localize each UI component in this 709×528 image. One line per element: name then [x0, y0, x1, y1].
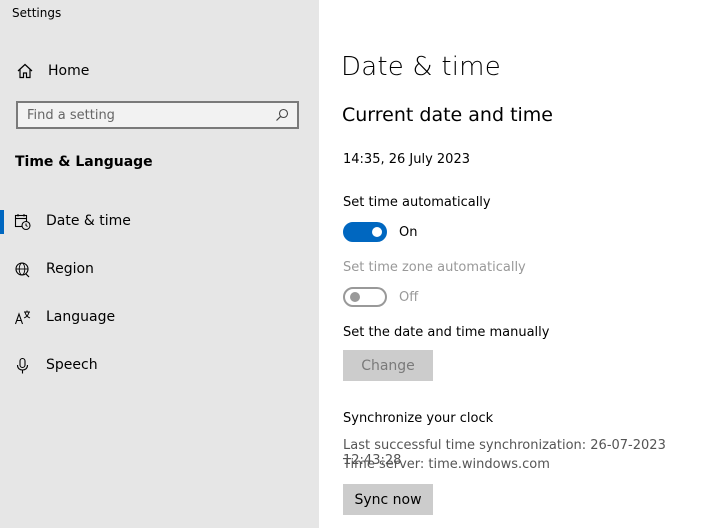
sidebar-item-label: Date & time	[46, 213, 131, 229]
sync-heading: Synchronize your clock	[343, 411, 494, 426]
current-date-time-heading: Current date and time	[342, 104, 553, 126]
sidebar-item-label: Language	[46, 309, 116, 325]
active-indicator	[0, 210, 4, 234]
sidebar-item-speech[interactable]: Speech	[0, 348, 319, 384]
section-title: Time & Language	[15, 154, 153, 170]
manual-set-label: Set the date and time manually	[343, 325, 550, 340]
set-timezone-auto-toggle[interactable]	[343, 287, 387, 307]
change-button[interactable]: Change	[343, 350, 433, 381]
search-input[interactable]	[18, 106, 273, 124]
sidebar-item-label: Speech	[46, 357, 98, 373]
time-server-text: Time server: time.windows.com	[343, 457, 550, 472]
toggle-knob	[350, 292, 360, 302]
home-icon	[16, 62, 34, 80]
language-icon	[14, 309, 32, 327]
sync-now-button[interactable]: Sync now	[343, 484, 433, 515]
search-icon[interactable]	[273, 106, 291, 124]
page-title: Date & time	[341, 52, 501, 82]
sidebar-item-language[interactable]: Language	[0, 300, 319, 336]
sidebar-item-label: Region	[46, 261, 94, 277]
current-datetime: 14:35, 26 July 2023	[343, 152, 470, 167]
toggle-knob	[372, 227, 382, 237]
sidebar-item-region[interactable]: Region	[0, 252, 319, 288]
set-time-auto-toggle[interactable]	[343, 222, 387, 242]
set-timezone-auto-state: Off	[399, 290, 419, 305]
home-nav-item[interactable]: Home	[16, 60, 89, 82]
set-time-auto-state: On	[399, 225, 418, 240]
search-box[interactable]	[16, 101, 299, 129]
home-label: Home	[48, 63, 90, 79]
window-title: Settings	[12, 6, 62, 20]
sidebar-item-date-time[interactable]: Date & time	[0, 204, 319, 240]
globe-icon	[14, 261, 32, 279]
microphone-icon	[14, 357, 32, 375]
calendar-clock-icon	[14, 213, 32, 231]
set-time-auto-label: Set time automatically	[343, 195, 491, 210]
sidebar: Settings Home Time & Language Date & tim…	[0, 0, 319, 528]
set-timezone-auto-label: Set time zone automatically	[343, 260, 526, 275]
